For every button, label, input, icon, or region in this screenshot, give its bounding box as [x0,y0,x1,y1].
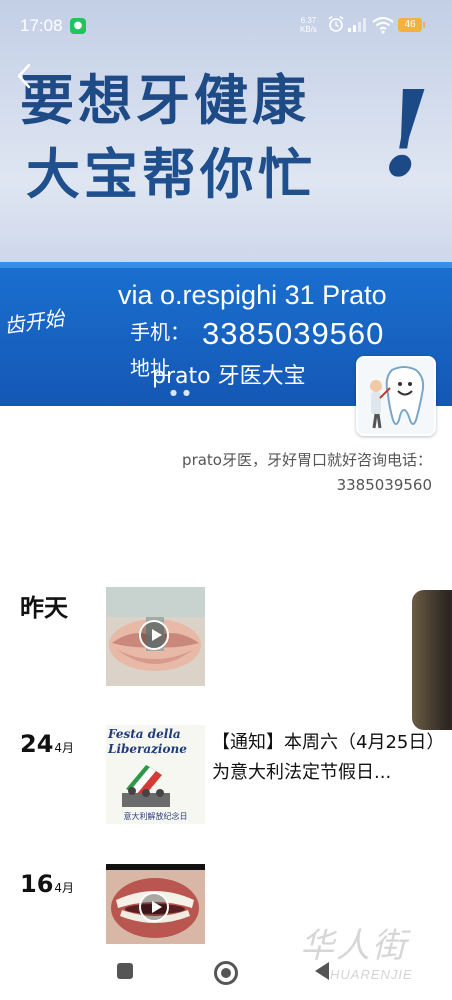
date-month: 4月 [54,741,75,755]
wifi-icon [372,17,394,34]
cover-phone-label: 手机： [130,320,190,344]
thumb-title-line1: Festa della [108,727,181,741]
watermark-en: HUARENJIE [330,967,413,982]
signature-line2: 3385039560 [336,476,432,494]
moment-video-thumbnail[interactable] [106,864,205,944]
cover-address: via o.respighi 31 Prato [118,280,387,310]
status-time: 17:08 [20,16,63,35]
moment-date: 164月 [20,870,74,898]
date-month: 4月 [54,881,75,895]
net-speed-unit: KB/s [300,25,317,34]
thumb-caption: 意大利解放纪念日 [123,812,188,821]
alarm-icon [328,15,344,32]
date-day: 24 [20,730,54,758]
cover-image[interactable]: 要想牙健康 大宝帮你忙 ! 齿开始 via o.respighi 31 Prat… [0,0,452,406]
moment-post-text[interactable]: 【通知】本周六（4月25日）为意大利法定节假日... [212,728,442,788]
recents-square-icon[interactable] [117,963,133,979]
cover-headline-line1: 要想牙健康 [20,69,310,132]
cover-headline: 要想牙健康 大宝帮你忙 [20,64,420,212]
moment-date: 244月 [20,730,74,758]
home-circle-icon[interactable] [214,961,238,985]
battery-icon: 46 [398,18,425,32]
avatar[interactable] [356,356,436,436]
moment-image-thumbnail[interactable]: Festa della Liberazione 意大利解放纪念日 [106,725,205,824]
moment-video-thumbnail[interactable] [106,587,205,686]
italian-flag-illustration [122,765,170,807]
profile-signature: prato牙医，牙好胃口就好咨询电话： 3385039560 [112,448,432,498]
profile-name[interactable]: prato 牙医大宝 [152,358,306,390]
thumb-title-line2: Liberazione [108,742,187,756]
signal-icon [348,18,366,32]
cover-headline-line2: 大宝帮你忙 [26,143,316,206]
moment-date: 昨天 [20,594,68,622]
watermark-cn: 华人街 [300,926,408,966]
play-icon[interactable] [139,620,169,650]
thumb-title: Festa della Liberazione [108,727,187,757]
cover-phone: 3385039560 [202,316,385,351]
date-day: 16 [20,870,54,898]
net-speed-value: 6.37 [300,16,317,25]
watermark: 华人街 HUARENJIE [300,918,450,982]
play-icon[interactable] [139,892,169,922]
tooth-mascot-icon [358,358,434,434]
chevron-left-icon[interactable] [16,62,32,90]
status-bar: 17:08 ● 6.37 KB/s 46 [0,0,452,50]
signature-line1: prato牙医，牙好胃口就好咨询电话： [182,451,432,469]
net-speed: 6.37 KB/s [300,16,317,34]
wechat-icon: ● [70,18,86,34]
side-preview-card[interactable] [412,590,452,730]
